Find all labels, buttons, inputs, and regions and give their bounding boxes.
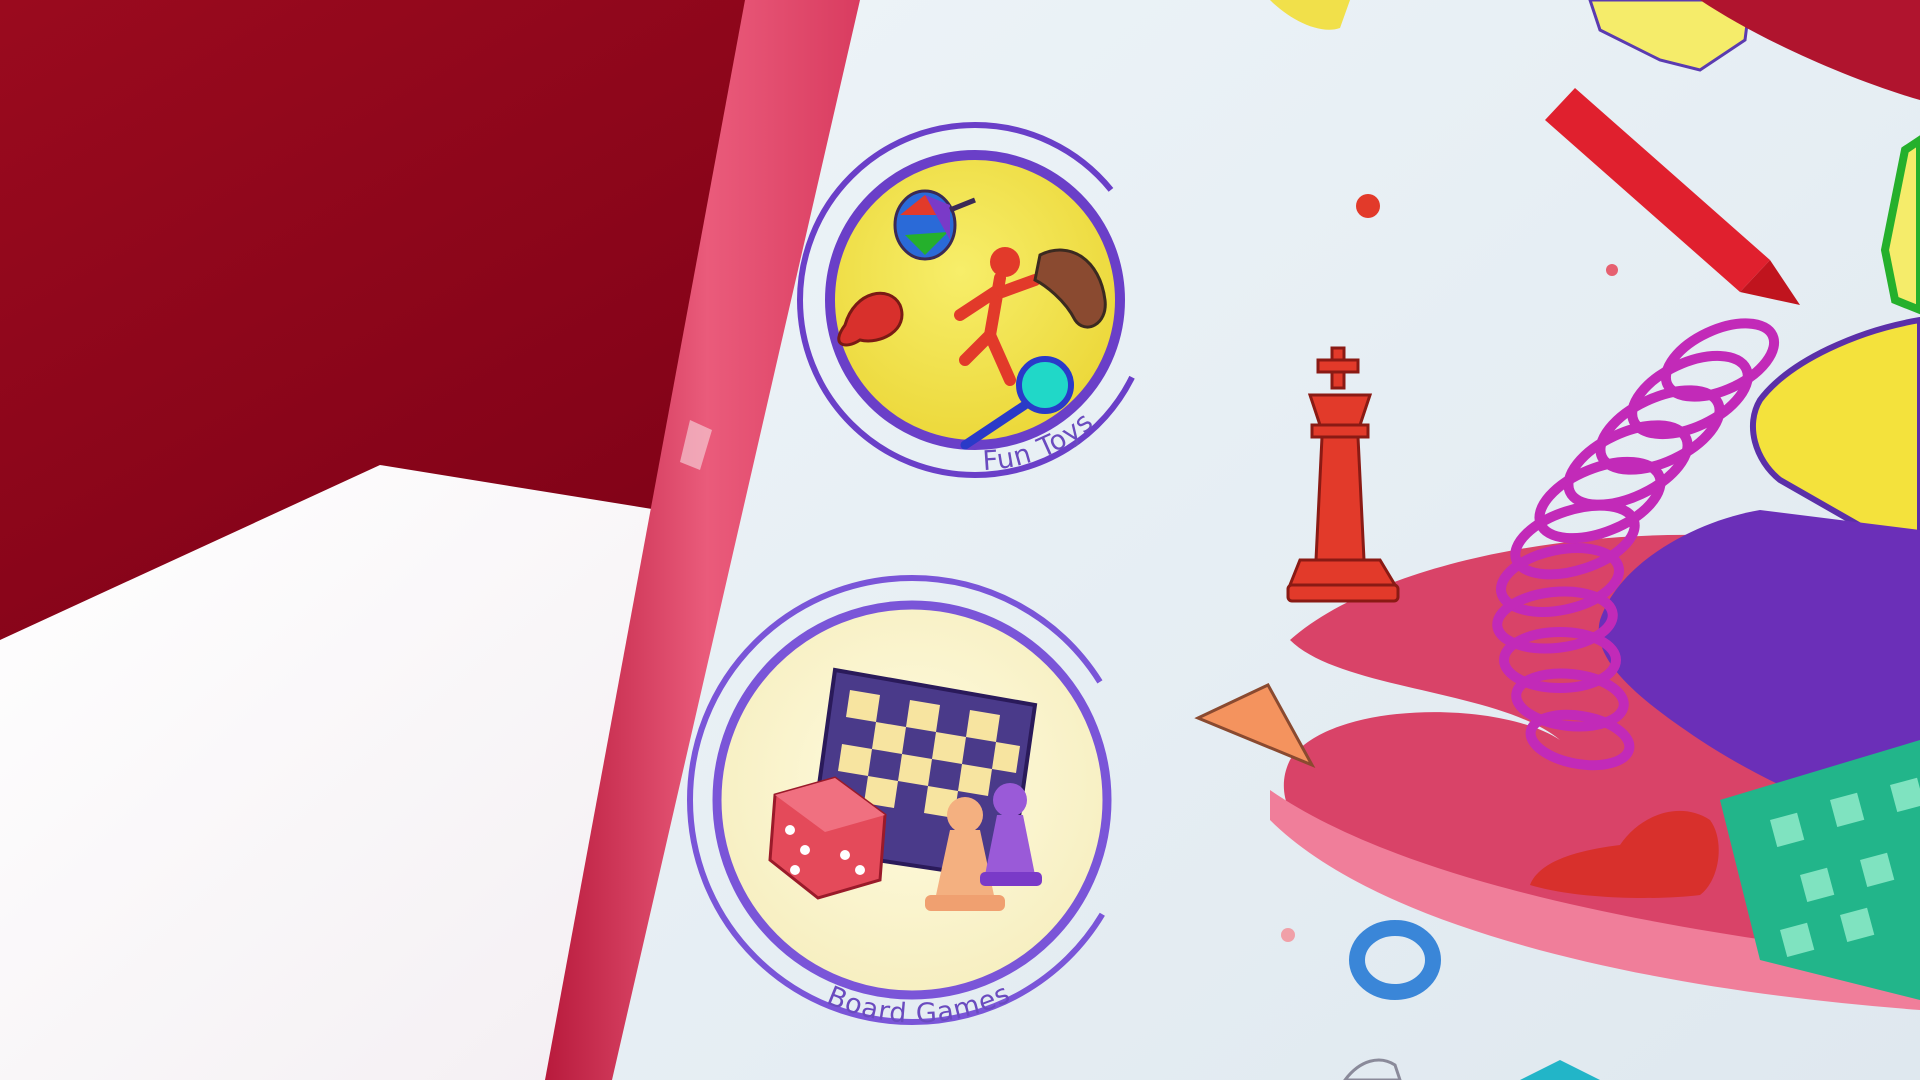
photo-scene: Fun Toys Board Games <box>0 0 1920 1080</box>
pink-dot <box>1281 928 1295 942</box>
scene-svg: Fun Toys Board Games <box>0 0 1920 1080</box>
red-dot <box>1356 194 1380 218</box>
fun-toys-badge[interactable]: Fun Toys <box>797 122 1153 478</box>
red-dot-small <box>1606 264 1618 276</box>
